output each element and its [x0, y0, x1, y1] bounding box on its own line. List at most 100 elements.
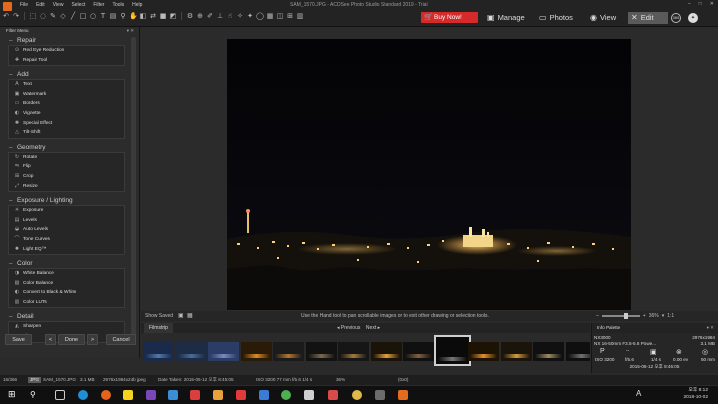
mode-edit-button[interactable]: ✕ Edit — [628, 12, 668, 24]
app-blue2-icon[interactable] — [259, 390, 269, 400]
sparkle-icon[interactable]: ✦ — [246, 12, 254, 20]
filter-tool-text[interactable]: A Text — [9, 80, 124, 90]
section-title-repair[interactable]: Repair — [0, 36, 139, 45]
buy-now-button[interactable]: 🛒 Buy Now! — [421, 12, 478, 23]
settings-icon[interactable]: ⚙ — [186, 12, 194, 20]
app-green-icon[interactable] — [281, 390, 291, 400]
app-blue-icon[interactable] — [168, 390, 178, 400]
file-explorer-icon[interactable] — [213, 390, 223, 400]
filmstrip-thumbnail[interactable] — [208, 342, 239, 361]
section-title-add[interactable]: Add — [0, 70, 139, 79]
lasso-icon[interactable]: ◌ — [39, 12, 47, 20]
filmstrip-thumbnail[interactable] — [143, 342, 174, 361]
filmstrip-next-button[interactable]: Next ▸ — [366, 325, 380, 331]
zoom-out-icon[interactable]: – — [596, 313, 599, 319]
filter-tool-rotate[interactable]: ↻ Rotate — [9, 153, 124, 163]
circle-icon[interactable]: ◯ — [256, 12, 264, 20]
filter-tool-flip[interactable]: ⇋ Flip — [9, 162, 124, 172]
show-saved-toggle[interactable]: Show Saved — [145, 313, 173, 319]
filter-tool-levels[interactable]: ▤ Levels — [9, 216, 124, 226]
selection-icon[interactable]: ⬚ — [29, 12, 37, 20]
filter-tool-red-eye-reduction[interactable]: ⊙ Red Eye Reduction — [9, 46, 124, 56]
search-icon[interactable]: ⚲ — [30, 390, 40, 400]
menu-select[interactable]: Select — [67, 1, 89, 9]
filter-tool-sharpen[interactable]: ◭ Sharpen — [9, 322, 124, 332]
filter-tool-crop[interactable]: ⊞ Crop — [9, 172, 124, 182]
compare-icon[interactable]: ◫ — [276, 12, 284, 20]
filter-tool-exposure[interactable]: ☀ Exposure — [9, 206, 124, 216]
filter-tool-color-luts[interactable]: ▥ Color LUTs — [9, 298, 124, 308]
app-red-icon[interactable] — [190, 390, 200, 400]
stamp-icon[interactable]: ⊥ — [216, 12, 224, 20]
filmstrip-thumbnail[interactable] — [468, 342, 499, 361]
info-palette-close-icon[interactable]: ▾ ✕ — [707, 323, 714, 333]
done-button[interactable]: Done — [58, 334, 85, 345]
zoom-value[interactable]: 36% — [649, 313, 659, 319]
filter-tool-vignette[interactable]: ◐ Vignette — [9, 109, 124, 119]
ellipse-icon[interactable]: ○ — [89, 12, 97, 20]
filmstrip-thumbnail[interactable] — [403, 342, 434, 361]
menu-filter[interactable]: Filter — [89, 1, 108, 9]
mode-365-button[interactable]: 365 — [671, 13, 681, 23]
zoom-icon[interactable]: ⊕ — [196, 12, 204, 20]
histogram-icon[interactable]: ▥ — [296, 12, 304, 20]
compare-icon[interactable]: ▣ — [178, 312, 184, 319]
color-swatch-icon[interactable]: ■ — [159, 12, 167, 20]
kakaotalk-icon[interactable] — [123, 390, 133, 400]
chrome-icon[interactable] — [352, 390, 362, 400]
cancel-button[interactable]: Cancel — [106, 334, 136, 345]
edge-icon[interactable] — [78, 390, 88, 400]
filter-tool-light-eq-[interactable]: ✹ Light EQ™ — [9, 245, 124, 255]
menu-view[interactable]: View — [49, 1, 68, 9]
firefox-icon[interactable] — [101, 390, 111, 400]
brush-icon[interactable]: ✎ — [49, 12, 57, 20]
hand-icon[interactable]: ✋ — [129, 12, 138, 20]
mode-view-button[interactable]: ◉ View — [587, 12, 619, 24]
panel-pin-icon[interactable]: ▾ ✕ — [127, 27, 134, 35]
grid-toggle-icon[interactable]: ▦ — [187, 312, 193, 319]
filmstrip-thumbnail[interactable] — [500, 342, 532, 361]
undo-icon[interactable]: ↶ — [2, 12, 10, 20]
filter-tool-repair-tool[interactable]: ✚ Repair Tool — [9, 56, 124, 66]
gradient-icon[interactable]: ▤ — [109, 12, 117, 20]
filter-tool-convert-to-black-white[interactable]: ◐ Convert to Black & White — [9, 288, 124, 298]
redo-icon[interactable]: ↷ — [12, 12, 20, 20]
menu-edit[interactable]: Edit — [32, 1, 49, 9]
grid-icon[interactable]: ▦ — [266, 12, 274, 20]
maximize-button[interactable]: □ — [699, 1, 702, 7]
star-icon[interactable]: ✧ — [236, 12, 244, 20]
fill-icon[interactable]: ◇ — [59, 12, 67, 20]
filter-menu-scrollbar[interactable] — [131, 37, 136, 345]
filmstrip-thumbnail[interactable] — [565, 342, 590, 361]
input-language[interactable]: A — [636, 389, 641, 398]
mode-photos-button[interactable]: ▭ Photos — [536, 12, 576, 24]
app-red2-icon[interactable] — [236, 390, 246, 400]
menu-file[interactable]: File — [16, 1, 32, 9]
filmstrip-thumbnail[interactable] — [305, 342, 337, 361]
acdsee-taskbar-icon[interactable] — [398, 390, 408, 400]
close-button[interactable]: ✕ — [710, 1, 714, 7]
swap-icon[interactable]: ⇄ — [149, 12, 157, 20]
actual-size-button[interactable]: 1:1 — [667, 313, 674, 319]
zoom-in-icon[interactable]: + — [643, 313, 646, 319]
line-icon[interactable]: ╱ — [69, 12, 77, 20]
extension-icon[interactable]: ✦ — [688, 13, 698, 23]
smudge-icon[interactable]: ☝ — [226, 12, 234, 20]
filmstrip-thumbnail[interactable] — [370, 342, 402, 361]
filmstrip-tab[interactable]: Filmstrip — [144, 323, 173, 333]
section-title-exposure-lighting[interactable]: Exposure / Lighting — [0, 196, 139, 205]
rectangle-icon[interactable]: □ — [79, 12, 87, 20]
filter-tool-auto-levels[interactable]: ◒ Auto Levels — [9, 225, 124, 235]
filter-tool-white-balance[interactable]: ◑ White Balance — [9, 269, 124, 279]
filmstrip-previous-button[interactable]: ◂ Previous — [337, 325, 360, 331]
section-title-detail[interactable]: Detail — [0, 312, 139, 321]
next-button[interactable]: > — [87, 334, 98, 345]
section-title-geometry[interactable]: Geometry — [0, 143, 139, 152]
filmstrip-thumbnail[interactable] — [433, 335, 471, 366]
filter-tool-special-effect[interactable]: ✺ Special Effect — [9, 119, 124, 129]
zoom-slider[interactable] — [601, 313, 640, 319]
filmstrip-thumbnail[interactable] — [175, 342, 207, 361]
prev-button[interactable]: < — [45, 334, 56, 345]
eyedropper-icon[interactable]: ⚲ — [119, 12, 127, 20]
mask-icon[interactable]: ◧ — [139, 12, 147, 20]
